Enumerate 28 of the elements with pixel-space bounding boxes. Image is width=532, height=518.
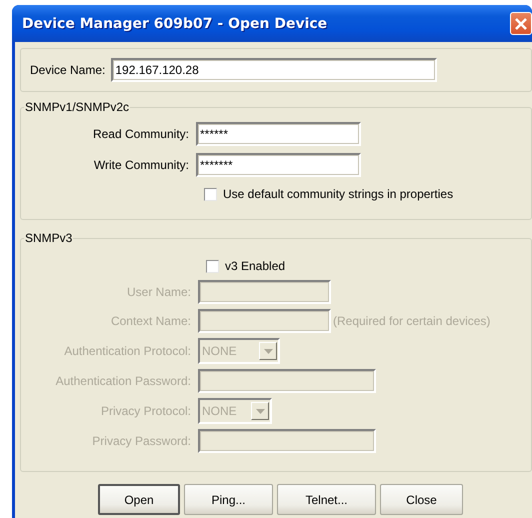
text-field[interactable]: *******	[196, 153, 361, 177]
caret-icon	[264, 348, 272, 354]
field-label: Write Community:	[92, 158, 189, 172]
close-button[interactable]	[510, 12, 532, 35]
group-title: SNMPv1/SNMPv2c	[24, 100, 130, 114]
hint-text: (Required for certain devices)	[333, 314, 490, 328]
dialog-button[interactable]: Close	[380, 484, 463, 515]
dialog-button[interactable]: Ping...	[184, 484, 273, 515]
field-label: Authentication Protocol:	[63, 344, 191, 358]
caret-icon	[256, 408, 264, 414]
field-label: Context Name:	[110, 314, 191, 328]
field-label: Privacy Password:	[91, 434, 191, 448]
device-name-field[interactable]: 192.167.120.28	[111, 58, 438, 82]
field-label: User Name:	[126, 285, 191, 299]
field-label: Privacy Protocol:	[100, 404, 191, 418]
field-label: Authentication Password:	[54, 374, 191, 388]
checkbox-label: v3 Enabled	[225, 259, 286, 273]
field-label: Read Community:	[92, 127, 189, 141]
group-title: SNMPv3	[24, 231, 74, 245]
checkbox-label: Use default community strings in properties	[223, 187, 454, 201]
dialog-button[interactable]: Telnet...	[277, 484, 376, 515]
window-title: Device Manager 609b07 - Open Device	[22, 16, 328, 32]
dialog-button[interactable]: Open	[98, 484, 180, 515]
field-label: Device Name:	[30, 63, 106, 77]
checkbox[interactable]	[204, 188, 217, 200]
checkbox[interactable]	[206, 260, 219, 272]
text-field[interactable]: ******	[196, 122, 361, 146]
close-icon	[514, 16, 528, 30]
